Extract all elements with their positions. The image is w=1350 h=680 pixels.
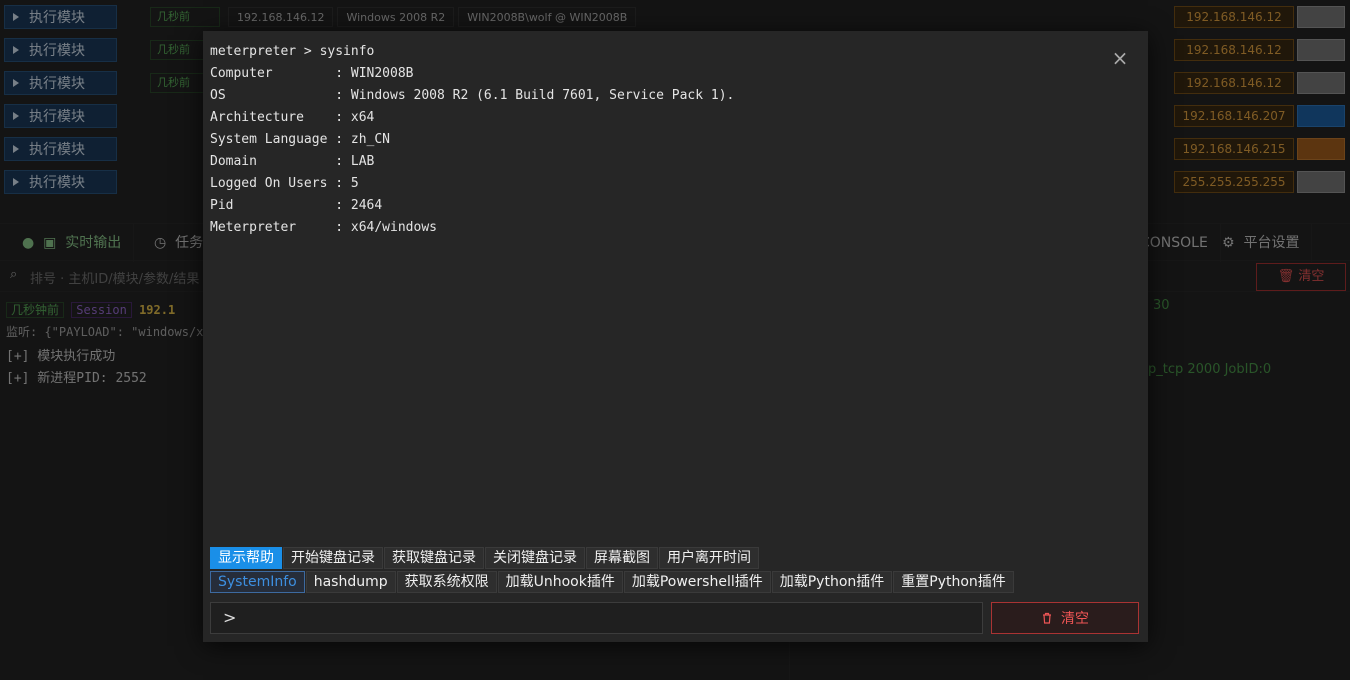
exec-module-button[interactable]: 执行模块 [4,5,117,29]
load-unhook-button[interactable]: 加载Unhook插件 [497,571,623,593]
getsystem-button[interactable]: 获取系统权限 [396,571,497,593]
show-help-button[interactable]: 显示帮助 [210,547,282,569]
console-log-line: 30 [1153,298,1170,313]
exec-module-button[interactable]: 执行模块 [4,104,117,128]
clear-log-button[interactable]: 🗑 清空 [1256,263,1346,291]
terminal-line: Logged On Users : 5 [210,176,359,191]
session-ip-badge: 192.168.146.12 [1174,39,1294,61]
session-status-chip[interactable] [1297,105,1345,127]
log-time: 几秒钟前 [6,302,65,318]
terminal-line: meterpreter > sysinfo [210,44,375,59]
terminal-line: Architecture : x64 [210,110,375,125]
start-keylog-button[interactable]: 开始键盘记录 [283,547,383,569]
load-powershell-button[interactable]: 加载Powershell插件 [623,571,771,593]
play-icon [13,178,19,186]
session-status-chip[interactable] [1297,6,1345,28]
get-keylog-button[interactable]: 获取键盘记录 [384,547,484,569]
hashdump-button[interactable]: hashdump [305,571,396,593]
session-status-chip[interactable] [1297,171,1345,193]
exec-module-button[interactable]: 执行模块 [4,137,117,161]
console-log-line: p_tcp 2000 JobID:0 [1148,362,1272,377]
exec-module-button[interactable]: 执行模块 [4,71,117,95]
session-ip-badge: 192.168.146.12 [1174,72,1294,94]
tab-realtime-output[interactable]: ● ▣ 实时输出 [10,224,135,262]
meterpreter-dialog: × meterpreter > sysinfo Computer : WIN20… [203,31,1148,642]
log-ip: 192.1 [139,303,176,317]
tab-platform-settings[interactable]: ⚙ 平台设置 [1210,224,1313,262]
command-toolbar-row2: SystemInfo hashdump 获取系统权限 加载Unhook插件 加载… [210,571,1015,593]
log-line: 监听: {"PAYLOAD": "windows/x64 [6,325,218,339]
terminal-output: meterpreter > sysinfo Computer : WIN2008… [210,41,734,239]
session-os: Windows 2008 R2 [337,7,455,27]
load-python-button[interactable]: 加载Python插件 [771,571,893,593]
terminal-line: Domain : LAB [210,154,375,169]
log-line: [+] 新进程PID: 2552 [6,371,147,386]
session-status-chip[interactable] [1297,138,1345,160]
session-info: 192.168.146.12 Windows 2008 R2 WIN2008B\wo… [228,7,640,27]
prompt-chevron-icon: > [223,608,237,627]
command-input[interactable] [245,607,975,629]
search-placeholder: 排号 · 主机ID/模块/参数/结果 [30,272,200,287]
session-ip-badge: 192.168.146.215 [1174,138,1294,160]
play-icon [13,112,19,120]
play-icon [13,46,19,54]
session-row[interactable]: 执行模块 几秒前 192.168.146.12 Windows 2008 R2 WI… [0,2,1350,32]
reset-python-button[interactable]: 重置Python插件 [893,571,1014,593]
play-icon [13,79,19,87]
terminal-line: Meterpreter : x64/windows [210,220,437,235]
log-line: [+] 模块执行成功 [6,349,116,364]
sysinfo-button[interactable]: SystemInfo [210,571,305,593]
terminal-line: OS : Windows 2008 R2 (6.1 Build 7601, Se… [210,88,735,103]
clear-button[interactable]: 清空 [991,602,1139,634]
close-icon[interactable]: × [1111,48,1129,68]
clock-icon: ◷ [154,235,167,251]
session-status-chip[interactable] [1297,72,1345,94]
session-ip-badge: 255.255.255.255 [1174,171,1294,193]
exec-module-button[interactable]: 执行模块 [4,170,117,194]
session-status-chip[interactable] [1297,39,1345,61]
search-icon: ⌕ [10,267,18,282]
exec-module-button[interactable]: 执行模块 [4,38,117,62]
screenshot-button[interactable]: 屏幕截图 [586,547,658,569]
session-user: WIN2008B\wolf @ WIN2008B [458,7,637,27]
idle-time-button[interactable]: 用户离开时间 [659,547,759,569]
terminal-line: Computer : WIN2008B [210,66,414,81]
trash-icon [1043,612,1051,624]
log-session: Session [71,302,132,318]
terminal-line: Pid : 2464 [210,198,383,213]
stop-keylog-button[interactable]: 关闭键盘记录 [485,547,585,569]
trash-icon: 🗑 [1277,269,1295,284]
dot-icon: ● [22,235,35,251]
session-ip-badge: 192.168.146.207 [1174,105,1294,127]
log-meta: 几秒钟前 Session 192.1 [6,301,175,318]
command-input-box: > [210,602,983,634]
session-ip: 192.168.146.12 [228,7,334,27]
session-time: 几秒前 [150,7,220,27]
command-toolbar-row1: 显示帮助 开始键盘记录 获取键盘记录 关闭键盘记录 屏幕截图 用户离开时间 [210,547,760,569]
monitor-icon: ▣ [43,235,57,251]
session-ip-badge: 192.168.146.12 [1174,6,1294,28]
play-icon [13,13,19,21]
play-icon [13,145,19,153]
terminal-line: System Language : zh_CN [210,132,391,147]
gear-icon: ⚙ [1222,235,1235,251]
